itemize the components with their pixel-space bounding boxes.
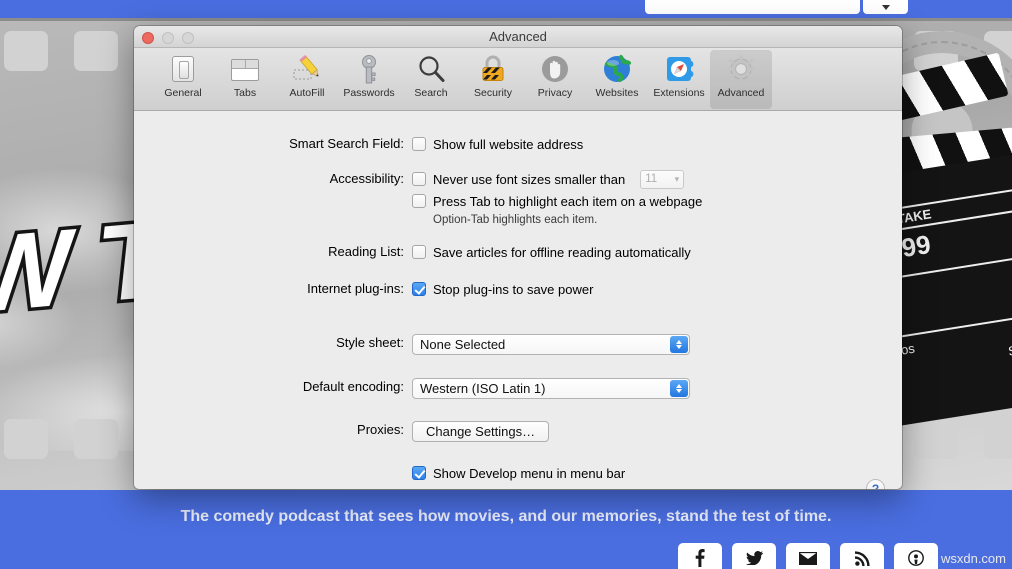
font-size-select[interactable]: 11 ▾: [640, 169, 685, 189]
toolbar-label-security: Security: [474, 87, 512, 99]
twitter-icon[interactable]: [732, 543, 776, 569]
checkbox-minimum-font-size[interactable]: Never use font sizes smaller than 11 ▾: [412, 169, 902, 189]
checkbox-box-stop-plugins-save-power[interactable]: [412, 282, 426, 296]
style-sheet-value: None Selected: [420, 337, 506, 352]
facebook-icon[interactable]: [678, 543, 722, 569]
toolbar-label-websites: Websites: [595, 87, 639, 99]
advanced-icon: [725, 53, 757, 85]
websites-icon: [601, 53, 633, 85]
window-title: Advanced: [489, 29, 547, 44]
font-size-value: 11: [645, 173, 658, 185]
label-smart-search-field: Smart Search Field:: [289, 136, 404, 151]
watermark: wsxdn.com: [940, 551, 1006, 566]
toolbar-label-search: Search: [414, 87, 448, 99]
checkbox-show-develop-menu[interactable]: Show Develop menu in menu bar: [412, 464, 902, 482]
chevron-down-icon: ▾: [674, 173, 680, 184]
search-icon: [415, 53, 447, 85]
default-encoding-select[interactable]: Western (ISO Latin 1): [412, 378, 690, 399]
toolbar-item-websites[interactable]: Websites: [586, 50, 648, 109]
row-smart-search-field: Smart Search Field: Show full website ad…: [134, 135, 902, 153]
checkbox-label-save-articles-offline: Save articles for offline reading automa…: [433, 244, 691, 260]
tabs-icon: [229, 53, 261, 85]
row-default-encoding: Default encoding: Western (ISO Latin 1): [134, 378, 902, 399]
toolbar-item-tabs[interactable]: Tabs: [214, 50, 276, 109]
row-proxies: Proxies: Change Settings…: [134, 421, 902, 442]
extensions-icon: [663, 53, 695, 85]
toolbar-item-autofill[interactable]: AutoFill: [276, 50, 338, 109]
chevron-up-down-icon: [670, 380, 688, 397]
row-accessibility: Accessibility: Never use font sizes smal…: [134, 169, 902, 226]
checkbox-show-full-website-address[interactable]: Show full website address: [412, 135, 902, 153]
toolbar-item-general[interactable]: General: [152, 50, 214, 109]
checkbox-tab-highlight[interactable]: Press Tab to highlight each item on a we…: [412, 192, 902, 210]
toolbar-label-autofill: AutoFill: [289, 87, 325, 99]
checkbox-box-minimum-font-size[interactable]: [412, 172, 426, 186]
checkbox-box-show-full-website-address[interactable]: [412, 137, 426, 151]
toolbar-label-extensions: Extensions: [653, 87, 705, 99]
site-header: [0, 0, 1012, 18]
preferences-content: Smart Search Field: Show full website ad…: [134, 111, 902, 489]
label-accessibility: Accessibility:: [329, 171, 404, 186]
toolbar-label-privacy: Privacy: [537, 87, 573, 99]
social-links: [678, 543, 938, 569]
change-settings-button[interactable]: Change Settings…: [412, 421, 550, 442]
label-reading-list: Reading List:: [328, 244, 404, 259]
label-internet-plugins: Internet plug-ins:: [307, 281, 404, 296]
preferences-toolbar: General Tabs AutoFill Passwords Search S…: [134, 48, 902, 111]
toolbar-item-privacy[interactable]: Privacy: [524, 50, 586, 109]
style-sheet-select[interactable]: None Selected: [412, 334, 690, 355]
checkbox-box-tab-highlight[interactable]: [412, 194, 426, 208]
checkbox-label-show-full-website-address: Show full website address: [433, 136, 584, 152]
label-default-encoding: Default encoding:: [302, 379, 404, 394]
toolbar-item-passwords[interactable]: Passwords: [338, 50, 400, 109]
toolbar-label-advanced: Advanced: [717, 87, 765, 99]
hint-option-tab: Option-Tab highlights each item.: [433, 214, 598, 226]
checkbox-label-show-develop-menu: Show Develop menu in menu bar: [433, 465, 626, 481]
privacy-icon: [539, 53, 571, 85]
general-icon: [167, 53, 199, 85]
checkbox-label-tab-highlight: Press Tab to highlight each item on a we…: [433, 193, 703, 209]
podcast-icon[interactable]: [894, 543, 938, 569]
label-style-sheet: Style sheet:: [336, 335, 404, 350]
toolbar-item-security[interactable]: Security: [462, 50, 524, 109]
close-button[interactable]: [142, 32, 154, 44]
security-icon: [477, 53, 509, 85]
row-develop-menu: Show Develop menu in menu bar: [134, 464, 902, 482]
row-style-sheet: Style sheet: None Selected: [134, 334, 902, 355]
maximize-button[interactable]: [182, 32, 194, 44]
checkbox-label-stop-plugins-save-power: Stop plug-ins to save power: [433, 281, 594, 297]
rss-icon[interactable]: [840, 543, 884, 569]
default-encoding-value: Western (ISO Latin 1): [420, 381, 546, 396]
site-tagline: The comedy podcast that sees how movies,…: [180, 508, 832, 525]
checkbox-stop-plugins-save-power[interactable]: Stop plug-ins to save power: [412, 280, 902, 298]
toolbar-item-advanced[interactable]: Advanced: [710, 50, 772, 109]
row-reading-list: Reading List: Save articles for offline …: [134, 243, 902, 261]
checkbox-box-show-develop-menu[interactable]: [412, 466, 426, 480]
checkbox-save-articles-offline[interactable]: Save articles for offline reading automa…: [412, 243, 902, 261]
toolbar-label-tabs: Tabs: [233, 87, 257, 99]
site-search-group: [645, 0, 908, 14]
window-titlebar[interactable]: Advanced: [134, 26, 902, 48]
traffic-light-buttons: [142, 32, 194, 44]
autofill-icon: [291, 53, 323, 85]
row-internet-plugins: Internet plug-ins: Stop plug-ins to save…: [134, 280, 902, 298]
site-search-dropdown-button[interactable]: [863, 0, 908, 14]
minimize-button[interactable]: [162, 32, 174, 44]
safari-preferences-window: Advanced General Tabs AutoFill Passwords…: [134, 26, 902, 489]
chevron-up-down-icon: [670, 336, 688, 353]
checkbox-box-save-articles-offline[interactable]: [412, 245, 426, 259]
toolbar-item-extensions[interactable]: Extensions: [648, 50, 710, 109]
checkbox-label-minimum-font-size: Never use font sizes smaller than: [433, 171, 626, 187]
toolbar-label-passwords: Passwords: [343, 87, 395, 99]
label-proxies: Proxies:: [357, 422, 404, 437]
passwords-icon: [353, 53, 385, 85]
email-icon[interactable]: [786, 543, 830, 569]
site-search-input[interactable]: [645, 0, 860, 14]
toolbar-item-search[interactable]: Search: [400, 50, 462, 109]
toolbar-label-general: General: [164, 87, 202, 99]
